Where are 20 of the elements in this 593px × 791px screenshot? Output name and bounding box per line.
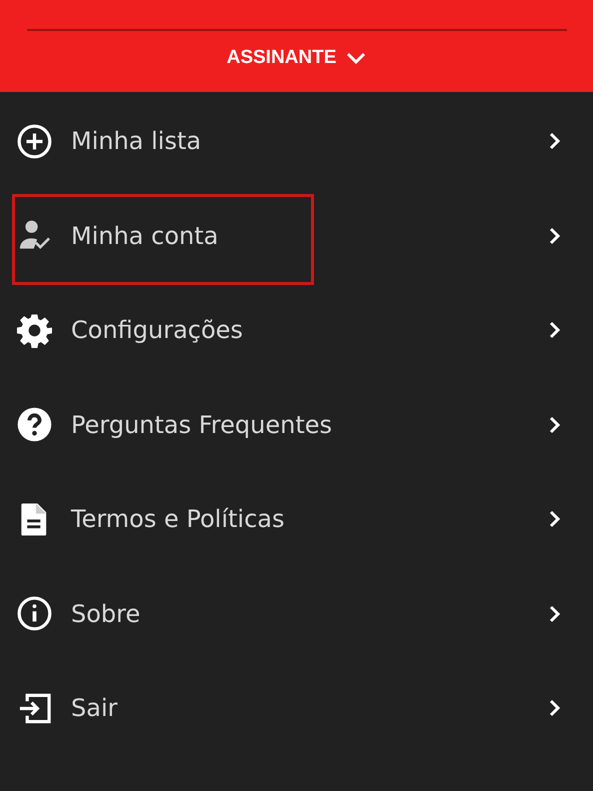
chevron-right-icon bbox=[547, 698, 563, 718]
info-icon bbox=[17, 596, 52, 632]
gear-icon bbox=[17, 312, 52, 348]
menu-item[interactable]: Termos e Políticas bbox=[0, 472, 593, 566]
chevron-right-icon bbox=[547, 226, 563, 246]
account-type-dropdown[interactable]: ASSINANTE bbox=[226, 47, 366, 69]
menu-item[interactable]: Minha lista bbox=[0, 94, 593, 188]
menu-item[interactable]: Sair bbox=[0, 661, 593, 756]
chevron-right-icon bbox=[547, 320, 563, 340]
help-icon bbox=[17, 407, 52, 442]
menu-item[interactable]: Perguntas Frequentes bbox=[0, 378, 593, 472]
menu-item[interactable]: Configurações bbox=[0, 283, 593, 378]
chevron-right-icon bbox=[547, 509, 563, 530]
chevron-down-icon bbox=[346, 51, 366, 65]
chevron-right-icon bbox=[547, 131, 563, 152]
chevron-right-icon bbox=[547, 604, 563, 624]
menu-item[interactable]: Minha conta bbox=[0, 188, 593, 283]
chevron-right-icon bbox=[547, 414, 563, 435]
add-circle-icon bbox=[17, 124, 52, 159]
menu-item[interactable]: Sobre bbox=[0, 566, 593, 661]
